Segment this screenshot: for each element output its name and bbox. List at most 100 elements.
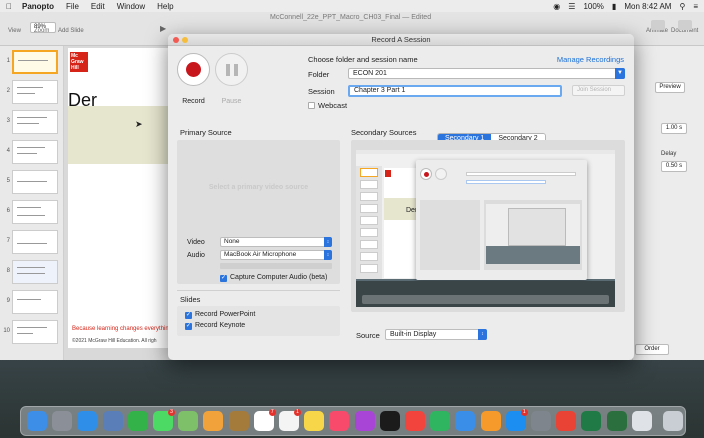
maps-icon[interactable] — [178, 411, 199, 431]
slide-thumbnail[interactable]: 6 — [2, 200, 62, 224]
source-value: Built-in Display — [390, 331, 437, 338]
play-icon[interactable]: ▶ — [160, 24, 166, 33]
safari-icon[interactable] — [77, 411, 98, 431]
messages-icon[interactable]: 3 — [153, 409, 175, 431]
reminders-icon[interactable]: 1 — [279, 409, 301, 431]
menu-bar:  Panopto File Edit Window Help ◉ ☰ 100%… — [0, 0, 704, 12]
secondary-source-panel: Der — [351, 140, 625, 312]
numbers-icon[interactable] — [430, 411, 451, 431]
slide-thumbnail[interactable]: 4 — [2, 140, 62, 164]
primary-source-heading: Primary Source — [180, 128, 232, 137]
notification-badge: 1 — [294, 409, 301, 416]
keynote-window-title: McConnell_22e_PPT_Macro_CH03_Final — Edi… — [270, 14, 432, 21]
record-button[interactable] — [177, 53, 210, 86]
webcast-checkbox[interactable] — [308, 102, 315, 109]
chevron-updown-icon: ↕ — [324, 237, 332, 247]
record-powerpoint-checkbox[interactable]: ✓ — [185, 312, 192, 319]
clock[interactable]: Mon 8:42 AM — [624, 2, 671, 11]
duration-field[interactable]: 1.00 s — [661, 123, 687, 134]
menu-edit[interactable]: Edit — [91, 2, 105, 11]
record-icon — [186, 62, 201, 77]
slides-heading: Slides — [180, 295, 201, 304]
source-label: Source — [356, 331, 380, 340]
apple-tv-icon[interactable] — [379, 411, 400, 431]
battery-icon[interactable]: ▮ — [612, 2, 616, 11]
screen-record-icon[interactable]: ◉ — [553, 2, 560, 11]
launchpad-icon[interactable] — [52, 411, 73, 431]
slide-thumbnail[interactable]: 7 — [2, 230, 62, 254]
calendar-icon[interactable]: 7 — [253, 409, 276, 431]
wifi-icon[interactable]: ☰ — [568, 2, 575, 11]
notification-badge: 7 — [268, 409, 276, 416]
chrome-icon[interactable] — [556, 411, 577, 431]
stickies-icon[interactable] — [304, 411, 325, 431]
slide-thumbnail[interactable]: 1 — [2, 50, 62, 74]
session-name-input[interactable]: Chapter 3 Part 1 — [348, 85, 562, 97]
audio-value: MacBook Air Microphone — [224, 251, 297, 258]
slide-thumbnail[interactable]: 8 — [2, 260, 62, 284]
record-keynote-checkbox[interactable]: ✓ — [185, 323, 192, 330]
mcgraw-hill-logo: Mc Graw Hill — [70, 52, 88, 72]
apple-menu-icon[interactable]:  — [6, 2, 12, 11]
pause-icon — [226, 64, 230, 76]
video-value: None — [224, 238, 240, 245]
chevron-down-icon: ▼ — [615, 68, 625, 79]
chevron-updown-icon: ↕ — [324, 250, 332, 260]
preview-dialog — [416, 160, 587, 280]
webcast-label: Webcast — [318, 101, 348, 110]
pause-label: Pause — [221, 98, 242, 105]
screen-preview: Der — [356, 150, 615, 307]
facetime-icon[interactable] — [127, 411, 148, 431]
view-button[interactable]: View — [8, 28, 21, 34]
folder-value: ECON 201 — [353, 70, 387, 77]
folder-select[interactable]: ECON 201 ▼ — [348, 68, 625, 79]
photos-icon[interactable] — [203, 411, 224, 431]
zoom-label: Zoom — [34, 28, 50, 34]
control-center-icon[interactable]: ≡ — [693, 2, 698, 11]
photos-app-icon[interactable] — [102, 411, 123, 431]
app-store-icon[interactable]: 1 — [505, 409, 528, 431]
slide-thumbnail[interactable]: 9 — [2, 290, 62, 314]
preview-button[interactable]: Preview — [655, 82, 685, 93]
delay-field[interactable]: 0.50 s — [661, 161, 687, 172]
menu-window[interactable]: Window — [117, 2, 145, 11]
audio-select[interactable]: MacBook Air Microphone ↕ — [220, 250, 332, 260]
document-icon[interactable] — [678, 20, 692, 30]
finder-icon[interactable] — [27, 411, 47, 431]
record-session-dialog: Record A Session Record Pause Choose fol… — [168, 34, 634, 360]
news-icon[interactable] — [405, 411, 425, 431]
add-slide-button[interactable]: Add Slide — [58, 28, 84, 34]
system-preferences-icon[interactable] — [531, 411, 551, 431]
podcasts-icon[interactable] — [354, 411, 375, 431]
pages-icon[interactable] — [480, 411, 501, 431]
preview-navigator — [356, 166, 382, 279]
source-select[interactable]: Built-in Display ↕ — [385, 329, 487, 340]
notes-brown-icon[interactable] — [228, 411, 249, 431]
menu-help[interactable]: Help — [157, 2, 173, 11]
slide-navigator[interactable]: 1 2 3 4 5 6 7 8 9 10 — [0, 46, 64, 360]
slide-title-band — [68, 106, 178, 164]
search-icon[interactable]: ⚲ — [679, 2, 685, 11]
panopto-icon[interactable] — [606, 411, 627, 431]
menu-app-name[interactable]: Panopto — [22, 2, 54, 11]
slide-thumbnail[interactable]: 2 — [2, 80, 62, 104]
menu-file[interactable]: File — [66, 2, 79, 11]
order-button[interactable]: Order — [635, 344, 669, 355]
music-icon[interactable] — [329, 411, 350, 431]
animate-inspector: Preview 1.00 s Delay 0.50 s Order — [632, 46, 704, 360]
slide-thumbnail[interactable]: 5 — [2, 170, 62, 194]
keynote-icon[interactable] — [455, 411, 476, 431]
slide-thumbnail[interactable]: 3 — [2, 110, 62, 134]
audio-level-meter — [220, 263, 332, 269]
video-select[interactable]: None ↕ — [220, 237, 332, 247]
preview-icon[interactable] — [631, 411, 652, 431]
animate-icon[interactable] — [651, 20, 665, 30]
slide-thumbnail[interactable]: 10 — [2, 320, 62, 344]
manage-recordings-link[interactable]: Manage Recordings — [557, 55, 624, 64]
excel-icon[interactable] — [581, 411, 602, 431]
capture-audio-label: Capture Computer Audio (beta) — [230, 274, 328, 281]
battery-percent[interactable]: 100% — [583, 2, 603, 11]
trash-icon[interactable] — [663, 411, 683, 431]
capture-audio-checkbox[interactable]: ✓ — [220, 275, 227, 282]
dialog-titlebar: Record A Session — [168, 34, 634, 46]
